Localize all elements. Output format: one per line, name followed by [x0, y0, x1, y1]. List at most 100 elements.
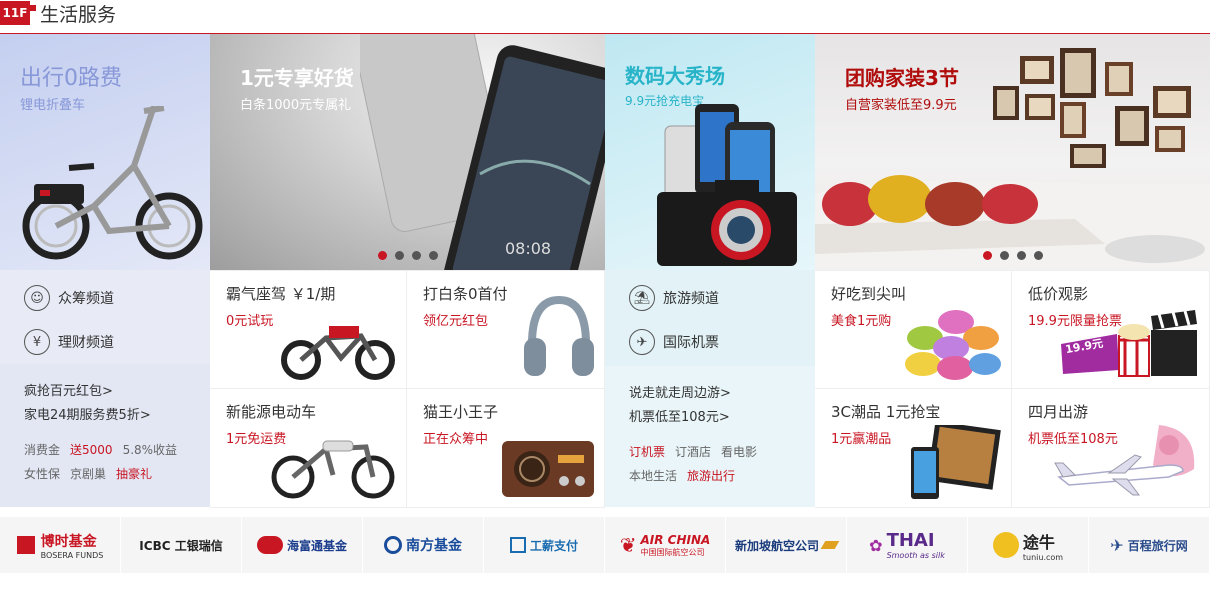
carousel-dot[interactable] — [429, 251, 438, 260]
baitiao-column: 08:08 1元专享好货 白条1000元专属礼 霸气座驾 ￥1/期 0元试玩 打… — [210, 34, 605, 508]
macarons-image — [905, 310, 1001, 380]
carousel-dot[interactable] — [378, 251, 387, 260]
carousel-dot[interactable] — [1000, 251, 1009, 260]
link-red-packet[interactable]: 疯抢百元红包> — [24, 380, 210, 404]
promo-cell-headphones[interactable]: 打白条0首付 领亿元红包 — [407, 271, 605, 389]
logo-bosera-funds[interactable]: 博时基金 BOSERA FUNDS — [0, 517, 121, 573]
tag-link[interactable]: 订酒店 — [675, 445, 711, 459]
travel-menu: ⛱ 旅游频道 ✈ 国际机票 — [605, 270, 815, 366]
logo-label: THAI — [886, 530, 935, 551]
motorcycle-image — [281, 326, 395, 380]
promo-cell-movie[interactable]: 低价观影 19.9元限量抢票 19.9元 — [1012, 271, 1210, 389]
logo-baicheng-travel[interactable]: ✈ 百程旅行网 — [1089, 517, 1210, 573]
banner-subtitle: 白条1000元专属礼 — [240, 98, 352, 113]
logo-label: 新加坡航空公司 — [734, 538, 819, 553]
plane-icon: ✈ — [629, 329, 655, 355]
link-cheap-flights[interactable]: 机票低至108元> — [629, 406, 815, 430]
lifestyle-column: 团购家装3节 自营家装低至9.9元 好吃到尖叫 美食1元购 低价观影 19.9元… — [815, 34, 1210, 508]
folding-bike-image — [22, 106, 203, 260]
travel-links: 说走就走周边游> 机票低至108元> 订机票 订酒店 看电影 本地生活 旅游出行 — [605, 366, 815, 507]
promo-cell-3c[interactable]: 3C潮品 1元抢宝 1元赢潮品 — [815, 389, 1012, 508]
tag-link[interactable]: 看电影 — [721, 445, 757, 459]
yen-icon: ¥ — [24, 329, 50, 355]
logo-label: 南方基金 — [406, 538, 462, 554]
logo-hft-fund[interactable]: 海富通基金 — [242, 517, 363, 573]
carousel-dot[interactable] — [412, 251, 421, 260]
logo-southern-fund[interactable]: 南方基金 — [363, 517, 484, 573]
partner-logo-strip: 博时基金 BOSERA FUNDS ICBC 工银瑞信 海富通基金 南方基金 工… — [0, 517, 1210, 573]
menu-label: 众筹频道 — [58, 291, 114, 307]
crowdfunding-icon: ☺ — [24, 285, 50, 311]
promo-cell-motorcycle[interactable]: 霸气座驾 ￥1/期 0元试玩 — [210, 271, 407, 389]
beach-icon: ⛱ — [629, 285, 655, 311]
baicheng-logo-icon: ✈ — [1110, 535, 1124, 555]
logo-icbc[interactable]: ICBC 工银瑞信 — [121, 517, 242, 573]
floor-number: 11F — [0, 0, 36, 25]
logo-label: ICBC 工银瑞信 — [139, 538, 223, 553]
tablets-image — [911, 425, 1001, 499]
promo-cell-ebike[interactable]: 新能源电动车 1元免运费 — [210, 389, 407, 508]
southern-logo-icon — [384, 536, 402, 554]
folding-bike-promo[interactable]: 出行0路费 锂电折叠车 — [0, 34, 210, 270]
cell-title: 3C潮品 1元抢宝 — [831, 403, 941, 421]
floor-title[interactable]: 生活服务 — [40, 0, 116, 27]
promo-cell-radio[interactable]: 猫王小王子 正在众筹中 — [407, 389, 605, 508]
tuniu-logo-icon — [992, 532, 1019, 558]
travel-tags-2: 本地生活 旅游出行 — [629, 464, 815, 488]
tag-link[interactable]: 5.8%收益 — [123, 443, 178, 457]
carousel-dot[interactable] — [1017, 251, 1026, 260]
digital-promo[interactable]: 数码大秀场 9.9元抢充电宝 — [605, 34, 815, 270]
phone-banner[interactable]: 08:08 1元专享好货 白条1000元专属礼 — [210, 34, 605, 270]
cell-title: 好吃到尖叫 — [831, 285, 907, 303]
carousel-dots — [983, 251, 1043, 260]
tag-link[interactable]: 送5000 — [70, 443, 113, 457]
logo-label: 工薪支付 — [529, 538, 578, 553]
promo-cell-food[interactable]: 好吃到尖叫 美食1元购 — [815, 271, 1012, 389]
airplane-image — [1054, 425, 1195, 496]
gongxin-logo-icon — [509, 537, 526, 553]
menu-crowdfunding[interactable]: ☺ 众筹频道 — [0, 276, 210, 320]
thai-logo-icon: ✿ — [869, 535, 883, 555]
cell-title: 低价观影 — [1028, 285, 1089, 303]
cell-title: 霸气座驾 ￥1/期 — [226, 285, 336, 303]
logo-label: AIR CHINA — [640, 532, 711, 547]
tag-link[interactable]: 抽豪礼 — [116, 467, 152, 481]
tag-link[interactable]: 京剧巢 — [70, 467, 106, 481]
banner-title: 1元专享好货 — [240, 66, 354, 90]
carousel-dot[interactable] — [983, 251, 992, 260]
logo-sublabel: 中国国际航空公司 — [640, 547, 705, 557]
camera-phones-image — [657, 104, 797, 266]
logo-gongxin-pay[interactable]: 工薪支付 — [484, 517, 605, 573]
logo-label: 海富通基金 — [286, 538, 347, 553]
phone-image: 08:08 — [360, 34, 605, 270]
tag-link[interactable]: 订机票 — [629, 445, 665, 459]
promo-grid: 霸气座驾 ￥1/期 0元试玩 打白条0首付 领亿元红包 新能源电动车 1元免运费 — [210, 270, 605, 508]
link-appliance[interactable]: 家电24期服务费5折> — [24, 404, 210, 428]
promo-grid: 好吃到尖叫 美食1元购 低价观影 19.9元限量抢票 19.9元 3C潮品 1元… — [815, 270, 1210, 508]
menu-label: 旅游频道 — [663, 291, 719, 307]
tag-link[interactable]: 本地生活 — [629, 469, 677, 483]
link-nearby-trip[interactable]: 说走就走周边游> — [629, 382, 815, 406]
finance-tags: 消费金 送5000 5.8%收益 — [24, 438, 210, 462]
tag-link[interactable]: 消费金 — [24, 443, 60, 457]
carousel-dot[interactable] — [1034, 251, 1043, 260]
logo-singapore-airlines[interactable]: 新加坡航空公司 — [726, 517, 847, 573]
bosera-logo-icon — [16, 536, 35, 554]
home-decor-banner[interactable]: 团购家装3节 自营家装低至9.9元 — [815, 34, 1210, 270]
carousel-dot[interactable] — [395, 251, 404, 260]
menu-finance[interactable]: ¥ 理财频道 — [0, 320, 210, 364]
menu-travel[interactable]: ⛱ 旅游频道 — [605, 276, 815, 320]
tag-link[interactable]: 女性保 — [24, 467, 60, 481]
menu-label: 国际机票 — [663, 335, 719, 351]
logo-tuniu[interactable]: 途牛 tuniu.com — [968, 517, 1089, 573]
carousel-dots — [378, 251, 438, 260]
banner-title: 团购家装3节 — [845, 66, 959, 90]
promo-cell-spring-travel[interactable]: 四月出游 机票低至108元 — [1012, 389, 1210, 508]
tag-link[interactable]: 旅游出行 — [687, 469, 735, 483]
menu-flights[interactable]: ✈ 国际机票 — [605, 320, 815, 364]
travel-tags: 订机票 订酒店 看电影 — [629, 440, 815, 464]
logo-thai-airways[interactable]: ✿ THAI Smooth as silk — [847, 517, 968, 573]
cell-title: 四月出游 — [1028, 403, 1089, 421]
logo-sublabel: tuniu.com — [1022, 552, 1064, 562]
logo-air-china[interactable]: ❦ AIR CHINA 中国国际航空公司 — [605, 517, 726, 573]
